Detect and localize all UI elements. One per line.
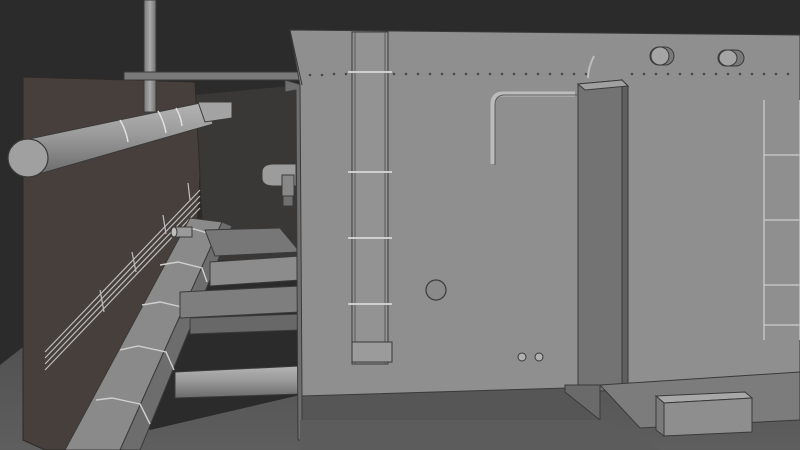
foreground-floor (300, 420, 660, 450)
ladder (348, 31, 393, 365)
industrial-scene-render (0, 0, 800, 450)
ceiling-bar (123, 71, 301, 81)
round-hatch (425, 279, 447, 301)
3d-viewport (0, 0, 800, 450)
wall-valve (170, 226, 193, 238)
vertical-duct (576, 78, 630, 393)
junction-box (654, 391, 754, 437)
vertical-pipe (143, 0, 157, 113)
